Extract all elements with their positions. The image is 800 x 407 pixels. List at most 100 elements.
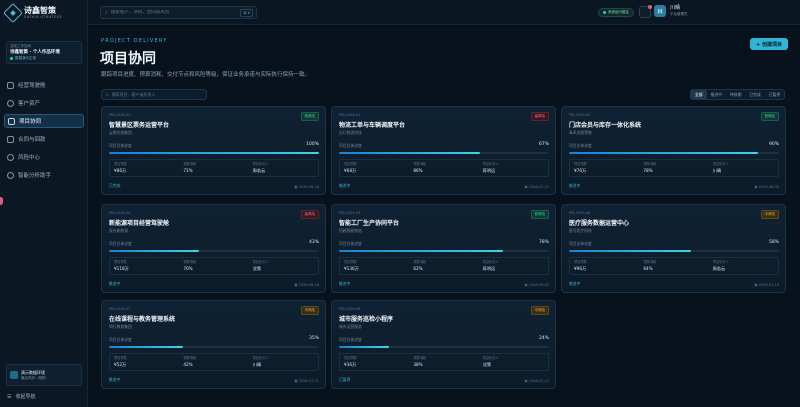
stat-owner: 项目负责人 蒋明远	[479, 160, 548, 176]
global-search-input[interactable]	[110, 10, 241, 15]
tab-scheduled[interactable]: 待排期	[726, 90, 745, 99]
sidebar-item-label: 项目协同	[19, 119, 42, 125]
sidebar-item-label: 合同与回款	[18, 137, 46, 143]
stat-budget: 项目预算 ¥76万	[570, 160, 639, 176]
project-title[interactable]: 新能源项目经营驾驶舱	[109, 218, 169, 227]
stat-value: 38%	[413, 362, 423, 367]
tab-completed[interactable]: 已完成	[745, 90, 764, 99]
tab-in-progress[interactable]: 推进中	[707, 90, 726, 99]
progress-fill	[569, 250, 691, 252]
project-title[interactable]: 物流工单与车辆调度平台	[339, 120, 405, 129]
project-card[interactable]: PRJ-2026-04 高风险 新能源项目经营驾驶舱 辰光新能源 项目总体进度 43% 项目…	[101, 204, 326, 293]
system-status-badge: 系统运行稳定	[598, 8, 634, 17]
progress-fill	[339, 250, 503, 252]
risk-badge: 低风险	[760, 112, 779, 121]
stat-budget: 项目预算 ¥52万	[110, 354, 179, 370]
stat-consumed: 预算消耗 71%	[179, 160, 248, 176]
project-card[interactable]: PRJ-2026-02 高风险 物流工单与车辆调度平台 远行物流科技 项目总体进度 67%…	[331, 106, 556, 195]
progress-value: 100%	[306, 142, 319, 147]
user-role: 平台管理员	[670, 12, 688, 16]
project-client: 青禾连锁零售	[569, 130, 592, 135]
sidebar-item-label: 经营驾驶舱	[18, 83, 46, 89]
project-code: PRJ-2026-02	[339, 113, 361, 117]
stat-value: 64%	[643, 266, 653, 271]
project-status: 推进中	[569, 183, 581, 188]
project-status: 推进中	[339, 281, 351, 286]
stat-owner: 项目负责人 川晴	[249, 354, 318, 370]
progress-fill	[109, 152, 319, 154]
project-client: 辰光新能源	[109, 228, 128, 233]
edge-handle[interactable]	[0, 197, 3, 205]
stat-budget: 项目预算 ¥86万	[110, 160, 179, 176]
project-title[interactable]: 城市服务巡检小程序	[339, 314, 393, 323]
global-search[interactable]: ⌕ ⌘ K	[100, 6, 257, 19]
collapse-nav-button[interactable]: ☰ 收起导航	[7, 393, 36, 401]
progress-value: 43%	[308, 240, 319, 245]
progress-value: 24%	[538, 336, 549, 341]
project-title[interactable]: 在线课程与教务管理系统	[109, 314, 175, 323]
system-status-text: 系统运行稳定	[608, 10, 629, 14]
sidebar-item-dashboard[interactable]: 经营驾驶舱	[4, 78, 84, 92]
project-card[interactable]: PRJ-2026-01 低风险 智慧景区票务运营平台 云栖文旅集团 项目总体进度 100%…	[101, 106, 326, 195]
stat-value: 周若云	[252, 168, 266, 173]
progress-fill	[339, 346, 390, 348]
project-card[interactable]: PRJ-2026-05 低风险 智能工厂生产协同平台 恒越智能制造 项目总体进度 78% 项…	[331, 204, 556, 293]
project-client: 远行物流科技	[339, 130, 362, 135]
stat-consumed: 预算消耗 42%	[179, 354, 248, 370]
brand[interactable]: 诗鑫智策 SHIXIN STRATEGY	[3, 3, 62, 23]
sidebar: 诗鑫智策 SHIXIN STRATEGY 当前工作空间 诗鑫智策 · 个人作品环…	[0, 0, 88, 407]
shield-icon	[7, 153, 14, 161]
risk-badge: 中风险	[760, 210, 779, 219]
stat-budget: 项目预算 ¥36万	[340, 354, 409, 370]
create-project-button[interactable]: + 创建项目	[750, 38, 788, 50]
project-card[interactable]: PRJ-2026-07 中风险 在线课程与教务管理系统 知行教育集团 项目总体进度 35%…	[101, 300, 326, 389]
status-dot-icon	[603, 11, 606, 14]
search-icon: ⌕	[105, 9, 108, 16]
workspace-name: 诗鑫智策 · 个人作品环境	[10, 50, 60, 55]
project-client: 恒越智能制造	[339, 228, 362, 233]
sidebar-item-projects[interactable]: 项目协同	[4, 114, 84, 128]
notification-bell-icon[interactable]	[639, 5, 652, 18]
stat-value: 71%	[183, 168, 193, 173]
progress-bar	[339, 346, 549, 348]
page-description: 跟踪项目进度、预算消耗、交付节点和风险等级，保证业务承诺与实际执行保持一致。	[101, 72, 311, 78]
project-status: 已完成	[109, 183, 121, 188]
sidebar-item-contracts[interactable]: 合同与回款	[4, 132, 84, 146]
project-date-text: 2026-07-21	[528, 185, 549, 189]
tab-all[interactable]: 全部	[691, 90, 707, 99]
project-search-input[interactable]	[111, 92, 202, 97]
project-title[interactable]: 智能工厂生产协同平台	[339, 218, 399, 227]
project-card[interactable]: PRJ-2026-06 中风险 医疗服务数据运营中心 星河医疗科技 项目总体进度 58% 项…	[561, 204, 786, 293]
stat-owner: 项目负责人 周若云	[709, 258, 778, 274]
project-client: 云栖文旅集团	[109, 130, 132, 135]
project-card[interactable]: PRJ-2026-03 低风险 门店会员与库存一体化系统 青禾连锁零售 项目总体进度 90…	[561, 106, 786, 195]
stat-owner: 项目负责人 沈策	[249, 258, 318, 274]
project-stats: 项目预算 ¥68万 预算消耗 86% 项目负责人 蒋明远	[339, 159, 549, 177]
sidebar-item-risk[interactable]: 风险中心	[4, 150, 84, 164]
status-dot-icon	[10, 57, 13, 60]
project-search[interactable]: ⌕	[101, 89, 207, 100]
project-card[interactable]: PRJ-2026-08 中风险 城市服务巡检小程序 城市运营服务 项目总体进度 24% 项目…	[331, 300, 556, 389]
project-client: 知行教育集团	[109, 324, 132, 329]
search-shortcut: ⌘ K	[240, 9, 253, 17]
project-title[interactable]: 门店会员与库存一体化系统	[569, 120, 641, 129]
project-title[interactable]: 医疗服务数据运营中心	[569, 218, 629, 227]
project-code: PRJ-2026-05	[339, 211, 361, 215]
tab-paused[interactable]: 已暂停	[765, 90, 784, 99]
project-code: PRJ-2026-01	[109, 113, 131, 117]
project-date: ▣ 2026-07-12	[524, 379, 549, 383]
sidebar-item-customers[interactable]: 客户资产	[4, 96, 84, 110]
stat-value: ¥52万	[114, 362, 127, 367]
stat-value: 70%	[183, 266, 193, 271]
stat-value: 蒋明远	[482, 266, 496, 271]
sidebar-item-assistant[interactable]: 智能分析助手	[4, 168, 84, 182]
demo-env-card[interactable]: 演示数据环境 最后同步：刚刚	[6, 364, 82, 386]
status-filter-tabs: 全部 推进中 待排期 已完成 已暂停	[690, 89, 786, 100]
workspace-card[interactable]: 当前工作空间 诗鑫智策 · 个人作品环境 数据演示正常	[6, 41, 82, 64]
stat-value: ¥36万	[344, 362, 357, 367]
project-title[interactable]: 智慧景区票务运营平台	[109, 120, 169, 129]
project-stats: 项目预算 ¥96万 预算消耗 64% 项目负责人 周若云	[569, 257, 779, 275]
brand-name: 诗鑫智策	[24, 6, 56, 15]
assistant-icon	[7, 171, 14, 179]
user-menu[interactable]: 川 川晴 平台管理员	[654, 5, 688, 17]
